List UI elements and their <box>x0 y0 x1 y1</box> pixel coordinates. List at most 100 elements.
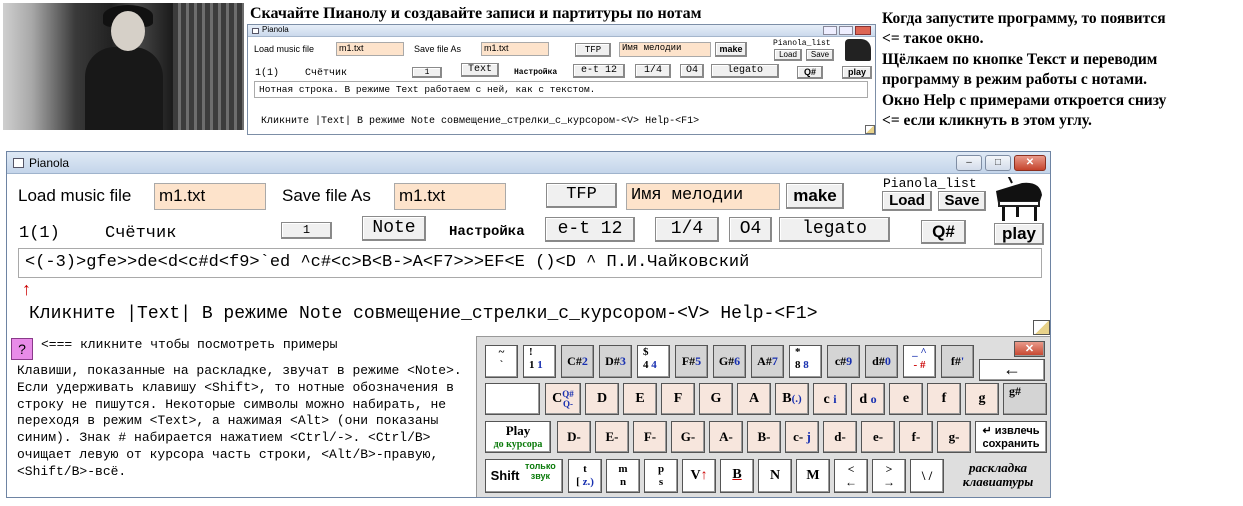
play-button[interactable]: play <box>994 223 1044 245</box>
key-fsharp[interactable]: F#5 <box>675 345 708 378</box>
thumb-save-field[interactable]: m1.txt <box>481 42 549 56</box>
key-e-flat[interactable]: E- <box>595 421 629 453</box>
save-file-input[interactable]: m1.txt <box>394 183 506 210</box>
key-g-lower[interactable]: g <box>965 383 999 415</box>
key-b[interactable]: B(.) <box>775 383 809 415</box>
maximize-icon[interactable] <box>839 26 853 35</box>
key-f-sharp-lower[interactable]: f#' <box>941 345 974 378</box>
key-f-lower[interactable]: f <box>927 383 961 415</box>
thumb-make-button[interactable]: make <box>715 42 747 57</box>
key-greater-than[interactable]: > → <box>872 459 906 493</box>
key-m[interactable]: M <box>796 459 830 493</box>
mode-note-button[interactable]: Note <box>362 216 426 241</box>
key-g[interactable]: G <box>699 383 733 415</box>
key-c-sharp-lower[interactable]: c#9 <box>827 345 860 378</box>
thumb-note-line[interactable]: Нотная строка. В режиме Text работаем с … <box>254 81 868 98</box>
window-titlebar: Pianola – □ ✕ <box>7 152 1050 174</box>
key-less-than[interactable]: < ← <box>834 459 868 493</box>
thumb-save-label: Save file As <box>414 44 462 54</box>
thumb-qsharp-button[interactable]: Q# <box>797 66 823 79</box>
thumb-help-corner[interactable] <box>865 125 875 134</box>
thumb-play-button[interactable]: play <box>842 66 872 79</box>
key-c-flat-lower[interactable]: c- j <box>785 421 819 453</box>
key-e-lower[interactable]: e <box>889 383 923 415</box>
play-to-cursor-button[interactable]: Play до курсора <box>485 421 551 453</box>
load-file-input[interactable]: m1.txt <box>154 183 266 210</box>
temperament-button[interactable]: e-t 12 <box>545 217 635 242</box>
key-t[interactable]: t[ z.) <box>568 459 602 493</box>
settings-label: Настройка <box>449 224 525 240</box>
close-icon[interactable] <box>855 26 871 35</box>
key-b-flat[interactable]: B- <box>747 421 781 453</box>
key-a-flat[interactable]: A- <box>709 421 743 453</box>
thumb-load-field[interactable]: m1.txt <box>336 42 404 56</box>
key-d-flat[interactable]: D- <box>557 421 591 453</box>
key-e-flat-lower[interactable]: e- <box>861 421 895 453</box>
key-asharp[interactable]: A#7 <box>751 345 784 378</box>
key-c-lower[interactable]: c i <box>813 383 847 415</box>
close-button[interactable]: ✕ <box>1014 155 1046 171</box>
thumb-temper-button[interactable]: e-t 12 <box>573 64 625 78</box>
thumb-duration-button[interactable]: 1/4 <box>635 64 671 78</box>
key-d-flat-lower[interactable]: d- <box>823 421 857 453</box>
thumb-list-save-button[interactable]: Save <box>806 49 834 61</box>
minimize-icon[interactable] <box>823 26 837 35</box>
key-e[interactable]: E <box>623 383 657 415</box>
key-d-sharp-lower[interactable]: d#0 <box>865 345 898 378</box>
key-c[interactable]: CQ# Q- <box>545 383 581 415</box>
key-m-n[interactable]: mn <box>606 459 640 493</box>
key-dsharp[interactable]: D#3 <box>599 345 632 378</box>
make-button[interactable]: make <box>786 183 844 209</box>
key-f-flat[interactable]: F- <box>633 421 667 453</box>
key-n[interactable]: N <box>758 459 792 493</box>
thumb-counter-button[interactable]: 1 <box>412 67 442 78</box>
help-corner-button[interactable] <box>1033 320 1050 335</box>
thumb-legato-button[interactable]: legato <box>711 64 779 78</box>
key-tab[interactable] <box>485 383 540 415</box>
key-v[interactable]: V↑ <box>682 459 716 493</box>
help-question-button[interactable]: ? <box>11 338 33 360</box>
thumb-title: Pianola <box>262 25 289 34</box>
key-csharp[interactable]: C#2 <box>561 345 594 378</box>
save-file-label: Save file As <box>282 186 371 205</box>
tfp-button[interactable]: TFP <box>546 183 617 208</box>
key-g-flat[interactable]: G- <box>671 421 705 453</box>
duration-button[interactable]: 1/4 <box>655 217 719 242</box>
counter-button[interactable]: 1 <box>281 222 332 239</box>
key-4[interactable]: $4 4 <box>637 345 670 378</box>
key-p-s[interactable]: ps <box>644 459 678 493</box>
key-f-flat-lower[interactable]: f- <box>899 421 933 453</box>
octave-button[interactable]: O4 <box>729 217 772 242</box>
key-1[interactable]: ! 1 1 <box>523 345 556 378</box>
legato-button[interactable]: legato <box>779 217 890 242</box>
key-shift[interactable]: Shift только звук <box>485 459 563 493</box>
key-b-clear[interactable]: B <box>720 459 754 493</box>
list-save-button[interactable]: Save <box>938 191 986 211</box>
key-d[interactable]: D <box>585 383 619 415</box>
thumb-list-load-button[interactable]: Load <box>774 49 802 61</box>
key-gsharp[interactable]: G#6 <box>713 345 746 378</box>
key-d-lower[interactable]: d o <box>851 383 885 415</box>
key-slash[interactable]: \ / <box>910 459 944 493</box>
key-a[interactable]: A <box>737 383 771 415</box>
key-8[interactable]: * 8 8 <box>789 345 822 378</box>
key-g-flat-lower[interactable]: g- <box>937 421 971 453</box>
thumb-mode-button[interactable]: Text <box>461 63 499 77</box>
key-minus[interactable]: _ ^ - # <box>903 345 936 378</box>
thumb-octave-button[interactable]: O4 <box>680 64 704 78</box>
key-enter[interactable]: ↵ извлечь сохранить <box>975 421 1047 453</box>
maximize-button[interactable]: □ <box>985 155 1011 171</box>
key-backspace[interactable]: ← <box>979 359 1045 381</box>
melody-name-input[interactable]: Имя мелодии <box>626 183 780 210</box>
key-g-sharp-lower[interactable]: g# <box>1003 383 1047 415</box>
qsharp-button[interactable]: Q# <box>921 220 966 244</box>
list-load-button[interactable]: Load <box>882 191 932 211</box>
minimize-button[interactable]: – <box>956 155 982 171</box>
key-f[interactable]: F <box>661 383 695 415</box>
keyboard-close-button[interactable]: ✕ <box>1014 341 1045 357</box>
thumb-melody-field[interactable]: Имя мелодии <box>619 42 711 57</box>
note-string-input[interactable]: <(-3)>gfe>>de<d<c#d<f9>`ed ^c#<c>B<B->A<… <box>18 248 1042 278</box>
thumb-tfp-button[interactable]: TFP <box>575 43 611 57</box>
side-note-line: <= такое окно. <box>882 30 984 48</box>
key-tilde[interactable]: ~ ` <box>485 345 518 378</box>
